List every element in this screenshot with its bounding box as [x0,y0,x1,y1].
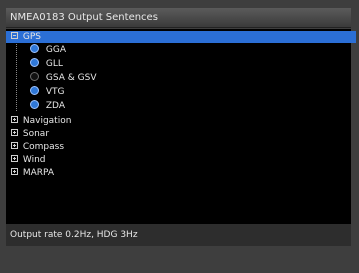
expand-icon[interactable] [11,129,18,136]
sentence-label: ZDA [45,101,65,111]
radio-checked-icon[interactable] [30,58,39,67]
sentence-gga[interactable]: GGA [30,44,66,56]
expand-icon[interactable] [11,168,18,175]
sentence-gll[interactable]: GLL [30,58,63,70]
tree-node-sonar[interactable]: Sonar [11,128,49,140]
radio-checked-icon[interactable] [30,100,39,109]
sentence-label: GLL [45,59,63,69]
sentence-tree: GPS GGA GLL GSA & GSV VTG ZDA Navigation [6,29,356,224]
tree-node-gps[interactable]: GPS [6,31,356,43]
radio-checked-icon[interactable] [30,44,39,53]
radio-unchecked-icon[interactable] [30,72,39,81]
window-title: NMEA0183 Output Sentences [6,8,351,28]
sentence-vtg[interactable]: VTG [30,86,65,98]
sentence-label: GGA [45,45,66,55]
tree-node-label: MARPA [22,168,55,178]
status-text: Output rate 0.2Hz, HDG 3Hz [6,224,351,246]
nmea-output-sentences-screen: NMEA0183 Output Sentences GPS GGA GLL GS… [0,0,359,273]
tree-node-label: Navigation [22,116,72,126]
tree-node-label: Sonar [22,129,50,139]
tree-node-compass[interactable]: Compass [11,141,64,153]
tree-node-label: Wind [22,155,46,165]
tree-node-label: Compass [22,142,65,152]
sentence-label: GSA & GSV [45,73,97,83]
expand-icon[interactable] [11,155,18,162]
collapse-icon[interactable] [11,32,18,39]
radio-checked-icon[interactable] [30,86,39,95]
sentence-label: VTG [45,87,65,97]
tree-node-label: GPS [22,32,41,42]
expand-icon[interactable] [11,116,18,123]
sentence-gsa-gsv[interactable]: GSA & GSV [30,72,96,84]
tree-node-navigation[interactable]: Navigation [11,115,71,127]
expand-icon[interactable] [11,142,18,149]
sentence-zda[interactable]: ZDA [30,100,65,112]
tree-node-wind[interactable]: Wind [11,154,46,166]
tree-node-marpa[interactable]: MARPA [11,167,54,179]
